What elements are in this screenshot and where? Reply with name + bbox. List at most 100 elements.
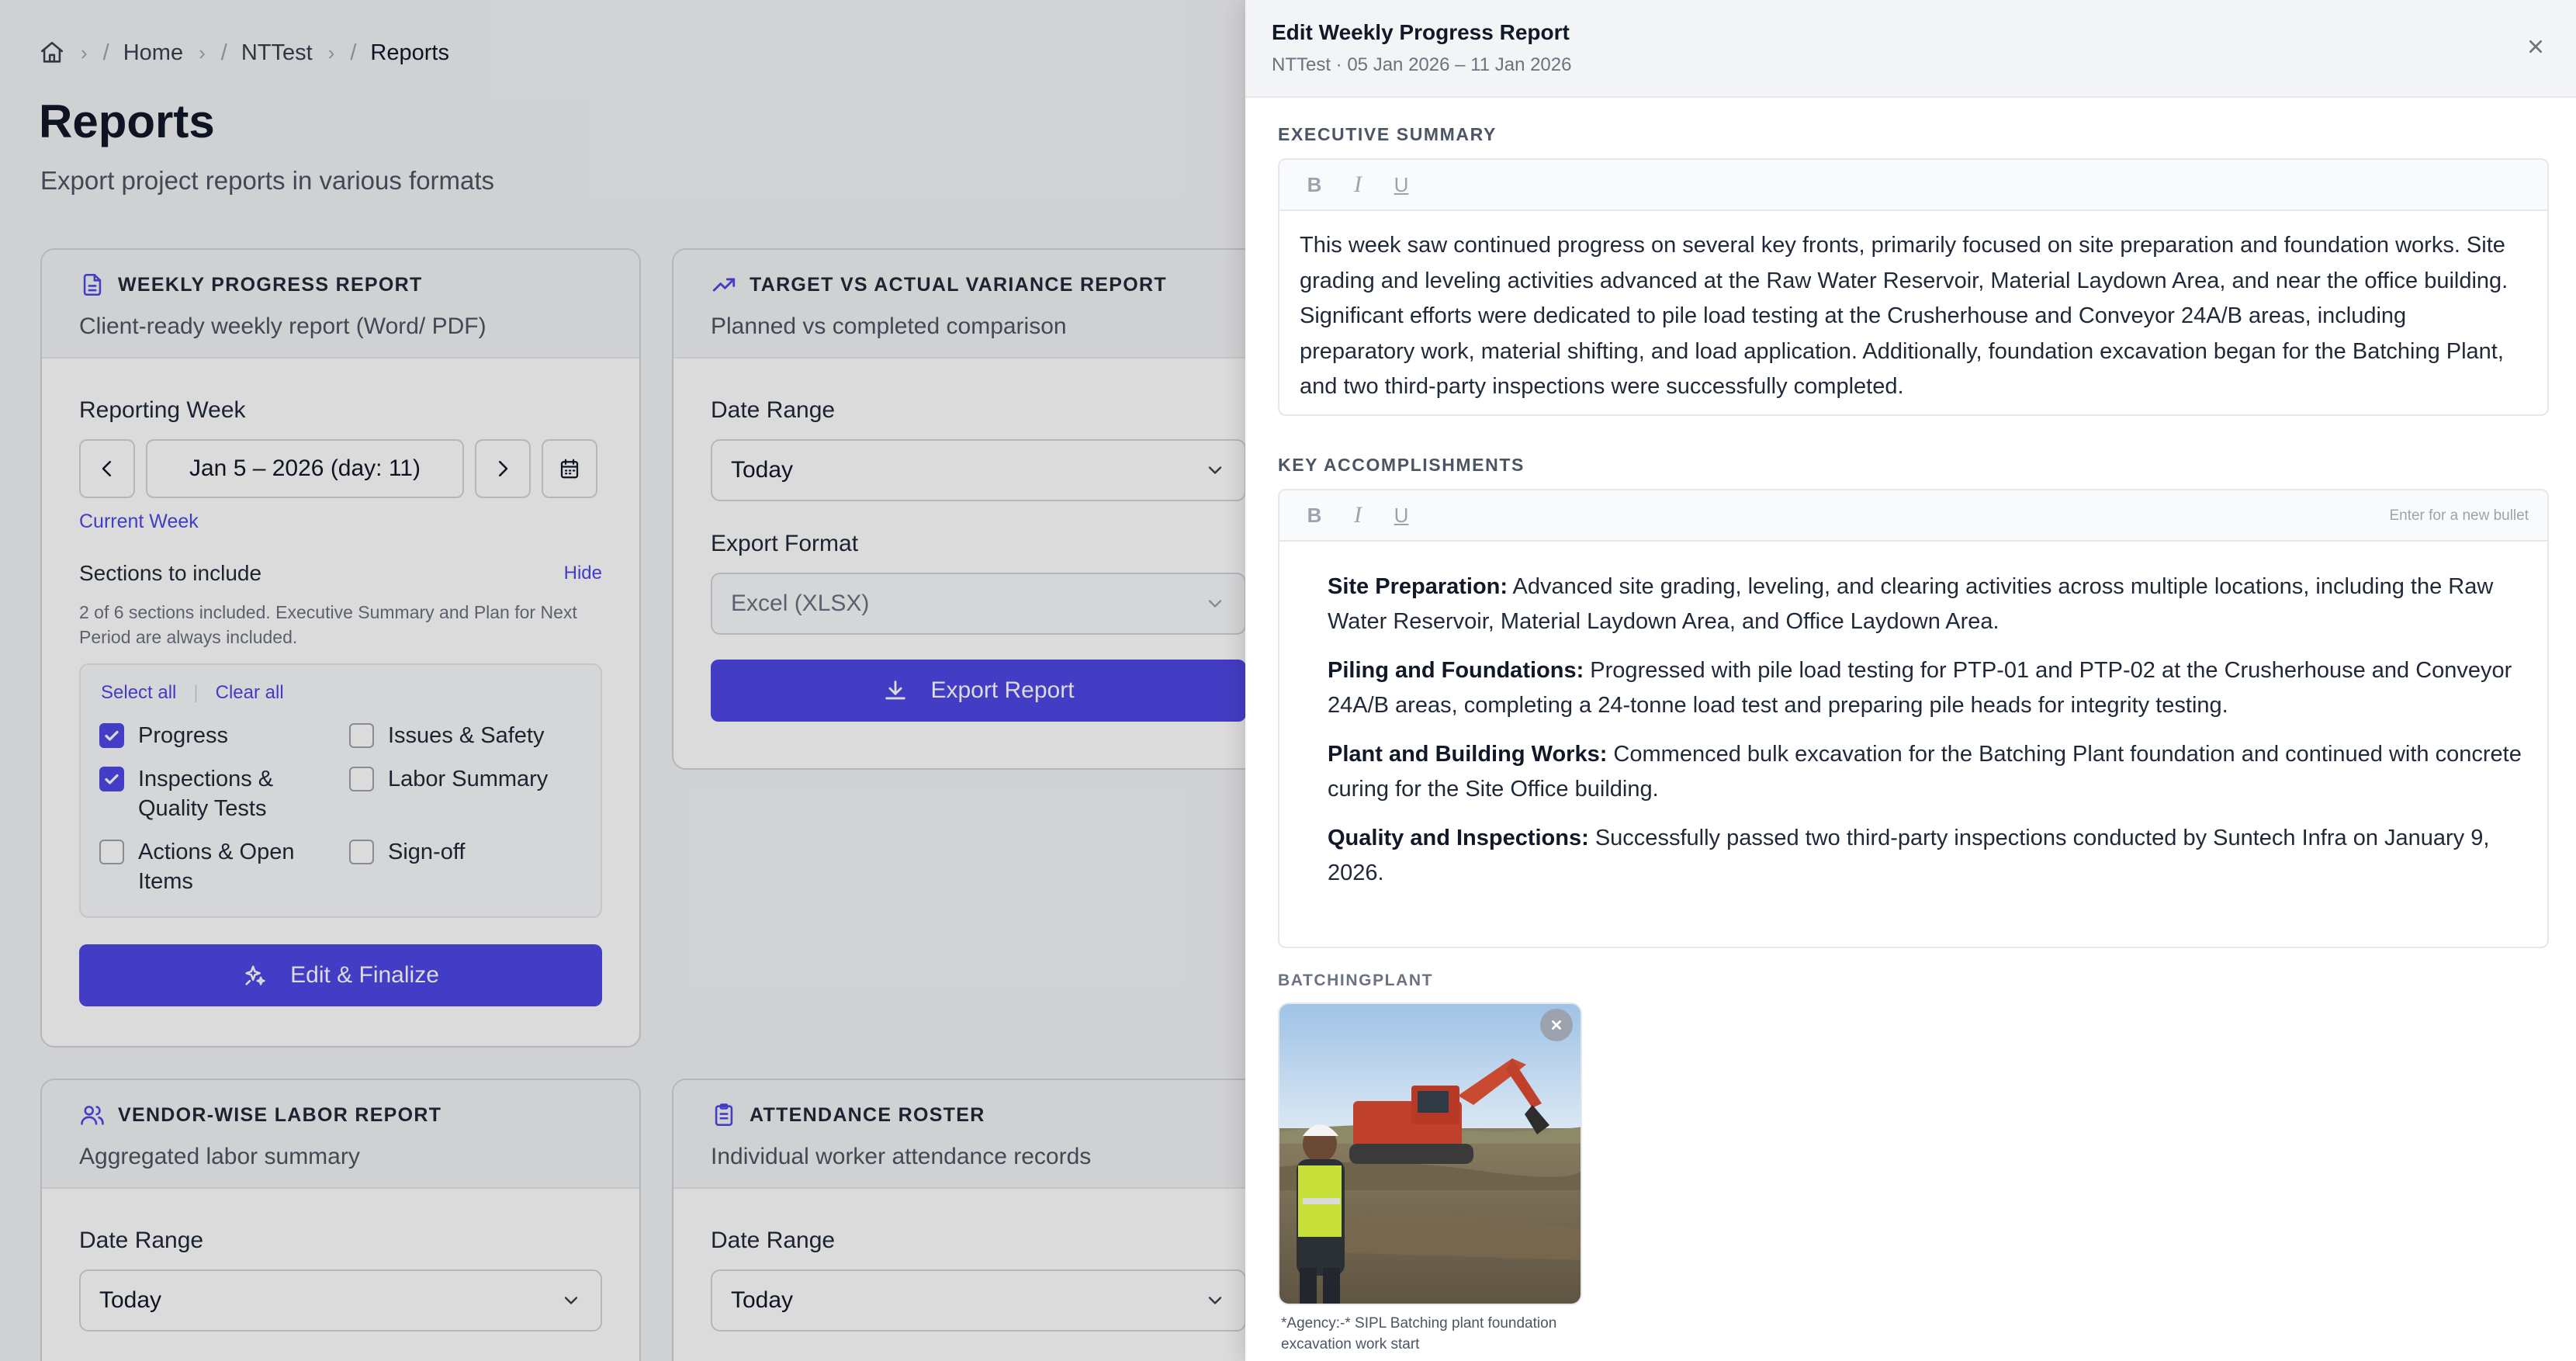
section-checkbox[interactable]: Actions & Open Items (99, 837, 349, 896)
sections-note: 2 of 6 sections included. Executive Summ… (79, 602, 577, 647)
export-report-button[interactable]: Export Report (711, 660, 1246, 722)
section-checkbox[interactable]: Inspections & Quality Tests (99, 764, 349, 823)
card-title: TARGET VS ACTUAL VARIANCE REPORT (750, 273, 1167, 296)
clear-all-link[interactable]: Clear all (216, 682, 284, 704)
accomplishment-item[interactable]: Site Preparation: Advanced site grading,… (1328, 570, 2527, 639)
breadcrumb-separator: / (350, 40, 357, 65)
accomplishment-item[interactable]: Piling and Foundations: Progressed with … (1328, 653, 2527, 723)
edit-report-drawer: Edit Weekly Progress Report NTTest · 05 … (1245, 0, 2576, 1361)
week-display[interactable]: Jan 5 – 2026 (day: 11) (146, 439, 464, 498)
hide-sections-link[interactable]: Hide (564, 563, 602, 584)
breadcrumb-project[interactable]: NTTest (241, 40, 313, 66)
section-checkbox-label: Inspections & Quality Tests (138, 767, 274, 821)
card-description: Aggregated labor summary (79, 1144, 360, 1169)
checkbox-checked-icon[interactable] (99, 723, 124, 748)
executive-summary-label: EXECUTIVE SUMMARY (1278, 124, 1497, 144)
export-format-label: Export Format (711, 531, 859, 556)
reporting-week-label: Reporting Week (79, 397, 246, 423)
download-icon (882, 677, 909, 704)
select-all-link[interactable]: Select all (101, 682, 176, 704)
card-title: VENDOR-WISE LABOR REPORT (118, 1103, 442, 1126)
section-checkbox[interactable]: Labor Summary (349, 764, 582, 823)
export-format-value: Excel (XLSX) (731, 590, 870, 616)
section-checkbox[interactable]: Sign-off (349, 837, 582, 896)
card-header: VENDOR-WISE LABOR REPORT Aggregated labo… (42, 1080, 639, 1189)
accomplishment-item[interactable]: Plant and Building Works: Commenced bulk… (1328, 737, 2527, 807)
home-icon[interactable] (39, 40, 65, 66)
date-range-select[interactable]: Today (711, 1269, 1246, 1332)
bullet-hint: Enter for a new bullet (2389, 507, 2529, 524)
checkbox-unchecked-icon[interactable] (99, 840, 124, 864)
section-checkbox-label: Issues & Safety (388, 723, 545, 748)
document-icon (79, 272, 106, 298)
accomplishment-item[interactable]: Quality and Inspections: Successfully pa… (1328, 821, 2527, 891)
accomplishment-title: Plant and Building Works: (1328, 742, 1608, 767)
section-checkbox-label: Actions & Open Items (138, 840, 295, 894)
chevron-down-icon (1204, 1290, 1226, 1311)
breadcrumb: › / Home › / NTTest › / Reports (39, 37, 449, 68)
checkbox-unchecked-icon[interactable] (349, 767, 374, 791)
accomplishments-list[interactable]: Site Preparation: Advanced site grading,… (1279, 542, 2547, 891)
card-title: WEEKLY PROGRESS REPORT (118, 273, 423, 296)
edit-finalize-label: Edit & Finalize (290, 962, 439, 988)
section-checkbox[interactable]: Issues & Safety (349, 721, 582, 750)
close-icon[interactable] (2523, 34, 2548, 59)
chevron-down-icon (1204, 459, 1226, 481)
current-week-link[interactable]: Current Week (79, 511, 602, 533)
sparkles-icon (242, 962, 268, 989)
chevron-right-icon: › (81, 40, 88, 64)
card-description: Individual worker attendance records (711, 1144, 1092, 1169)
export-format-select[interactable]: Excel (XLSX) (711, 573, 1246, 635)
bold-icon[interactable]: B (1301, 502, 1328, 528)
underline-icon[interactable]: U (1388, 502, 1414, 528)
checkbox-unchecked-icon[interactable] (349, 840, 374, 864)
card-header: TARGET VS ACTUAL VARIANCE REPORT Planned… (673, 250, 1283, 358)
executive-summary-text[interactable]: This week saw continued progress on seve… (1279, 211, 2547, 405)
date-range-label: Date Range (711, 1228, 836, 1253)
section-checkboxes: Progress Issues & Safety Inspections & Qua… (99, 721, 582, 896)
section-checkbox-label: Sign-off (388, 840, 466, 864)
editor-toolbar: B I U (1279, 160, 2547, 211)
calendar-button[interactable] (542, 439, 597, 498)
remove-photo-button[interactable] (1540, 1009, 1573, 1041)
date-range-value: Today (99, 1287, 162, 1313)
card-title: ATTENDANCE ROSTER (750, 1103, 985, 1126)
excavator-photo (1279, 1004, 1581, 1304)
card-header: ATTENDANCE ROSTER Individual worker atte… (673, 1080, 1283, 1189)
accomplishment-title: Quality and Inspections: (1328, 826, 1589, 850)
attendance-roster-card: ATTENDANCE ROSTER Individual worker atte… (672, 1079, 1285, 1361)
key-accomplishments-editor[interactable]: B I U Enter for a new bullet Site Prepar… (1278, 489, 2549, 948)
card-description: Client-ready weekly report (Word/ PDF) (79, 313, 486, 339)
site-photo[interactable] (1278, 1003, 1582, 1305)
chevron-down-icon (1204, 593, 1226, 615)
checkbox-unchecked-icon[interactable] (349, 723, 374, 748)
next-week-button[interactable] (475, 439, 531, 498)
accomplishment-title: Site Preparation: (1328, 574, 1508, 599)
week-picker: Jan 5 – 2026 (day: 11) (79, 439, 602, 498)
bold-icon[interactable]: B (1301, 171, 1328, 198)
breadcrumb-home[interactable]: Home (123, 40, 183, 66)
executive-summary-editor[interactable]: B I U This week saw continued progress o… (1278, 158, 2549, 416)
section-checkbox-label: Labor Summary (388, 767, 549, 791)
date-range-select[interactable]: Today (711, 439, 1246, 501)
drawer-header: Edit Weekly Progress Report NTTest · 05 … (1245, 0, 2576, 98)
italic-icon[interactable]: I (1345, 502, 1371, 528)
vendor-labor-report-card: VENDOR-WISE LABOR REPORT Aggregated labo… (40, 1079, 641, 1361)
sections-label: Sections to include (79, 561, 262, 585)
drawer-title: Edit Weekly Progress Report (1272, 20, 1570, 44)
photo-section-label: BATCHINGPLANT (1278, 971, 1434, 989)
chevron-down-icon (560, 1290, 582, 1311)
chevron-right-icon (499, 461, 508, 476)
underline-icon[interactable]: U (1388, 171, 1414, 198)
italic-icon[interactable]: I (1345, 171, 1371, 198)
date-range-select[interactable]: Today (79, 1269, 602, 1332)
page-title: Reports (39, 95, 215, 147)
date-range-value: Today (731, 1287, 794, 1313)
accomplishment-title: Piling and Foundations: (1328, 658, 1584, 683)
previous-week-button[interactable] (79, 439, 135, 498)
checkbox-checked-icon[interactable] (99, 767, 124, 791)
section-checkbox-label: Progress (138, 723, 229, 748)
trending-up-icon (711, 272, 737, 298)
section-checkbox[interactable]: Progress (99, 721, 349, 750)
edit-finalize-button[interactable]: Edit & Finalize (79, 944, 602, 1006)
